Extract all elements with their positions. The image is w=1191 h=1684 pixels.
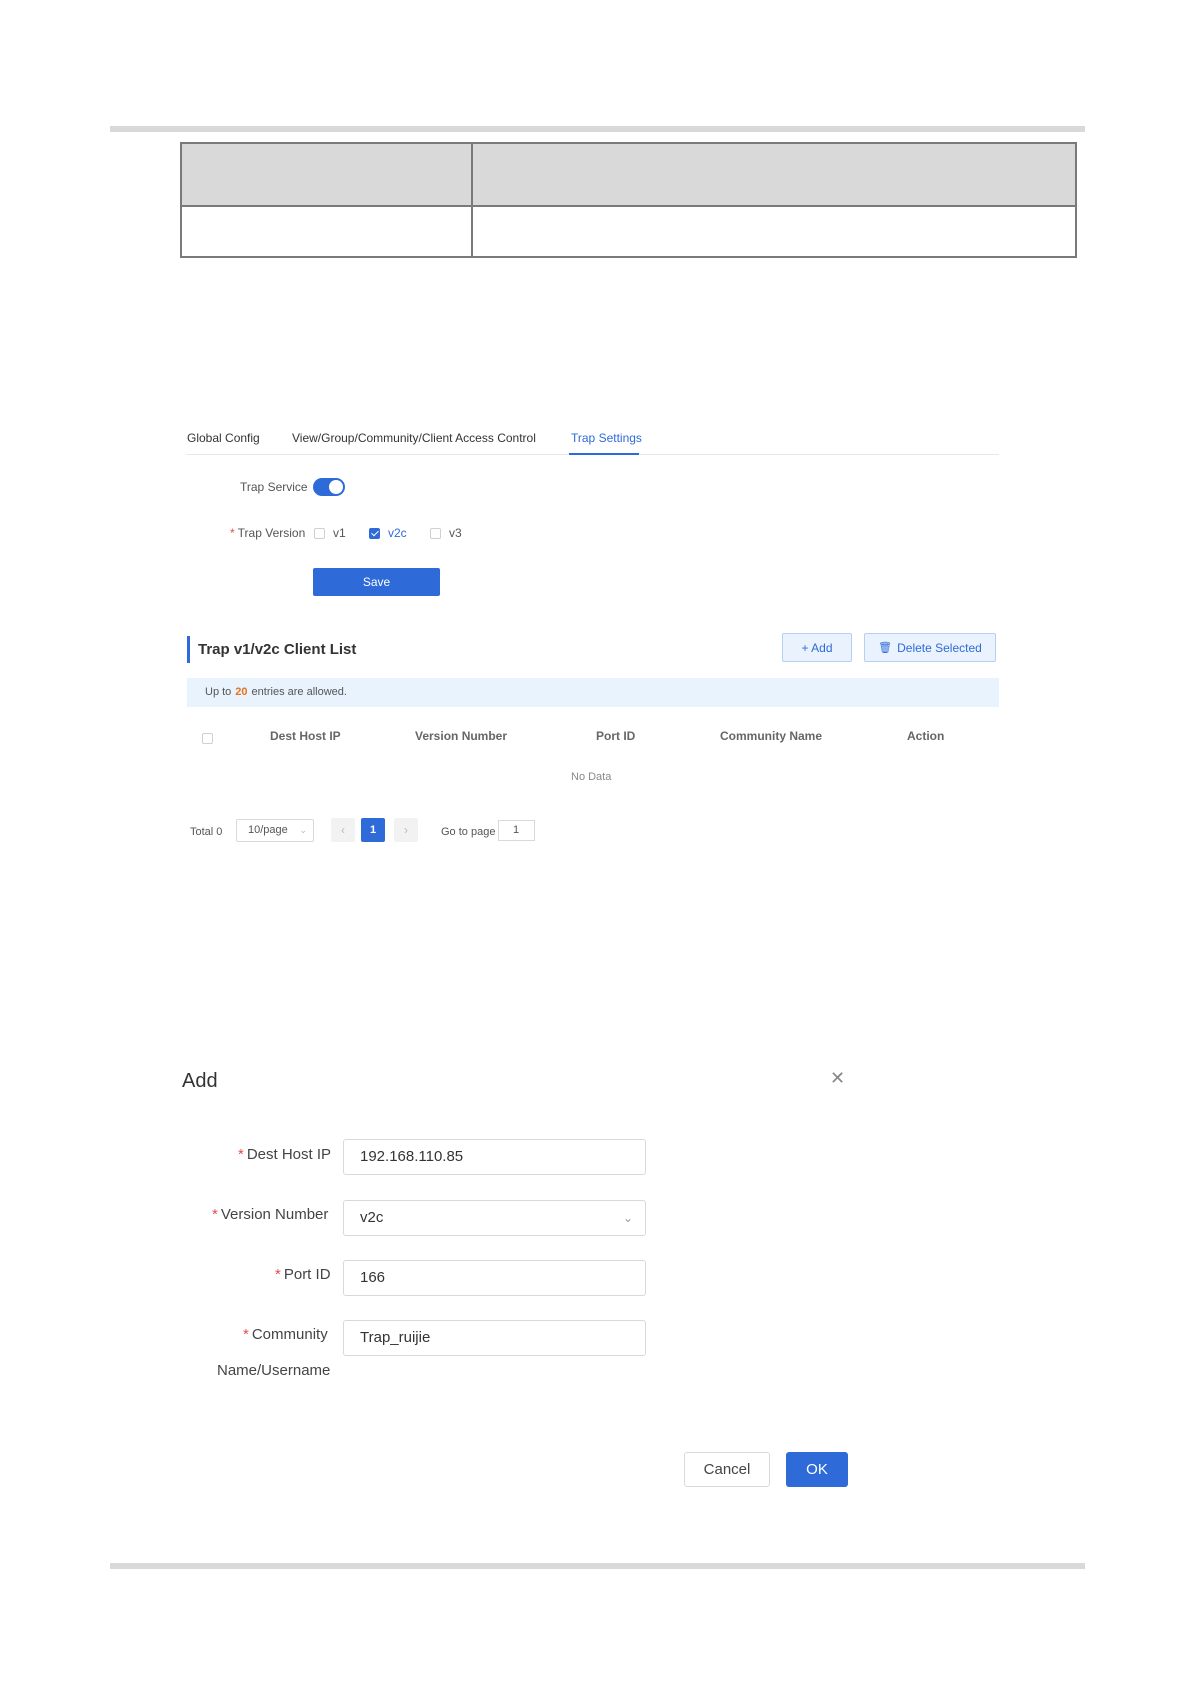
column-community-name: Community Name — [720, 729, 823, 743]
version-number-label-text: Version Number — [220, 1206, 329, 1223]
tab-access-control[interactable]: View/Group/Community/Client Access Contr… — [292, 431, 536, 445]
community-label-text: Community — [251, 1326, 328, 1343]
required-marker: * — [275, 1266, 281, 1283]
chevron-down-icon: ⌄ — [299, 825, 307, 835]
version-number-label: * Version Number — [212, 1206, 328, 1223]
column-version-number: Version Number — [415, 729, 508, 743]
delete-selected-button[interactable]: 🗑 Delete Selected — [864, 633, 996, 662]
port-id-input[interactable]: 166 — [343, 1260, 646, 1296]
v1-label: v1 — [333, 526, 346, 540]
cancel-button[interactable]: Cancel — [684, 1452, 770, 1487]
info-suffix: entries are allowed. — [251, 686, 347, 698]
close-icon[interactable]: ✕ — [830, 1068, 845, 1089]
chevron-down-icon: ⌄ — [622, 1211, 633, 1225]
next-page-button[interactable]: › — [394, 818, 418, 842]
column-dest-host-ip: Dest Host IP — [270, 729, 341, 743]
v3-checkbox[interactable] — [430, 528, 441, 539]
add-button[interactable]: + Add — [782, 633, 852, 662]
info-prefix: Up to — [205, 686, 232, 698]
active-tab-indicator — [569, 453, 639, 455]
go-to-page-label: Go to page — [441, 826, 496, 838]
page-footer-rule — [110, 1563, 1085, 1569]
no-data-text: No Data — [571, 771, 612, 783]
required-marker: * — [238, 1146, 244, 1163]
page-header-rule — [110, 126, 1085, 132]
required-marker: * — [243, 1326, 249, 1343]
page-size-select[interactable]: 10/page ⌄ — [236, 819, 314, 842]
prev-page-button[interactable]: ‹ — [331, 818, 355, 842]
save-button[interactable]: Save — [313, 568, 440, 596]
dest-host-ip-label-text: Dest Host IP — [246, 1146, 332, 1163]
port-id-label: * Port ID — [275, 1266, 331, 1283]
port-id-label-text: Port ID — [283, 1266, 331, 1283]
v1-checkbox[interactable] — [314, 528, 325, 539]
community-input[interactable]: Trap_ruijie — [343, 1320, 646, 1356]
trap-service-toggle[interactable] — [313, 478, 345, 496]
document-table-divider — [471, 144, 473, 256]
select-all-checkbox[interactable] — [202, 733, 213, 744]
trap-version-label: * Trap Version — [230, 526, 305, 540]
required-marker: * — [230, 526, 235, 540]
version-number-select[interactable]: v2c ⌄ — [343, 1200, 646, 1236]
pagination-total: Total 0 — [190, 826, 223, 838]
v2c-label: v2c — [388, 526, 407, 540]
dest-host-ip-input[interactable]: 192.168.110.85 — [343, 1139, 646, 1175]
page-size-value: 10/page — [248, 824, 288, 836]
column-action: Action — [907, 729, 945, 743]
ok-button[interactable]: OK — [786, 1452, 848, 1487]
tab-global-config[interactable]: Global Config — [187, 431, 260, 445]
dest-host-ip-label: * Dest Host IP — [238, 1146, 331, 1163]
info-banner: Up to 20 entries are allowed. — [187, 678, 999, 707]
trash-icon: 🗑 — [878, 642, 893, 654]
v3-label: v3 — [449, 526, 462, 540]
tab-trap-settings[interactable]: Trap Settings — [571, 431, 642, 445]
v2c-checkbox[interactable] — [369, 528, 380, 539]
current-page-button[interactable]: 1 — [361, 818, 385, 842]
version-number-value: v2c — [360, 1209, 384, 1226]
delete-selected-label: Delete Selected — [897, 640, 982, 655]
info-count: 20 — [235, 686, 248, 698]
required-marker: * — [212, 1206, 218, 1223]
document-table-header — [182, 144, 1075, 207]
go-to-page-input[interactable]: 1 — [498, 820, 535, 841]
column-port-id: Port ID — [596, 729, 636, 743]
community-label: * Community — [243, 1326, 328, 1343]
trap-service-label: Trap Service — [240, 480, 308, 494]
community-label-line2: Name/Username — [217, 1362, 331, 1379]
document-table — [180, 142, 1077, 258]
client-list-title: Trap v1/v2c Client List — [187, 636, 356, 663]
trap-version-label-text: Trap Version — [237, 526, 306, 540]
dialog-title: Add — [182, 1070, 218, 1092]
toggle-knob — [329, 480, 343, 494]
